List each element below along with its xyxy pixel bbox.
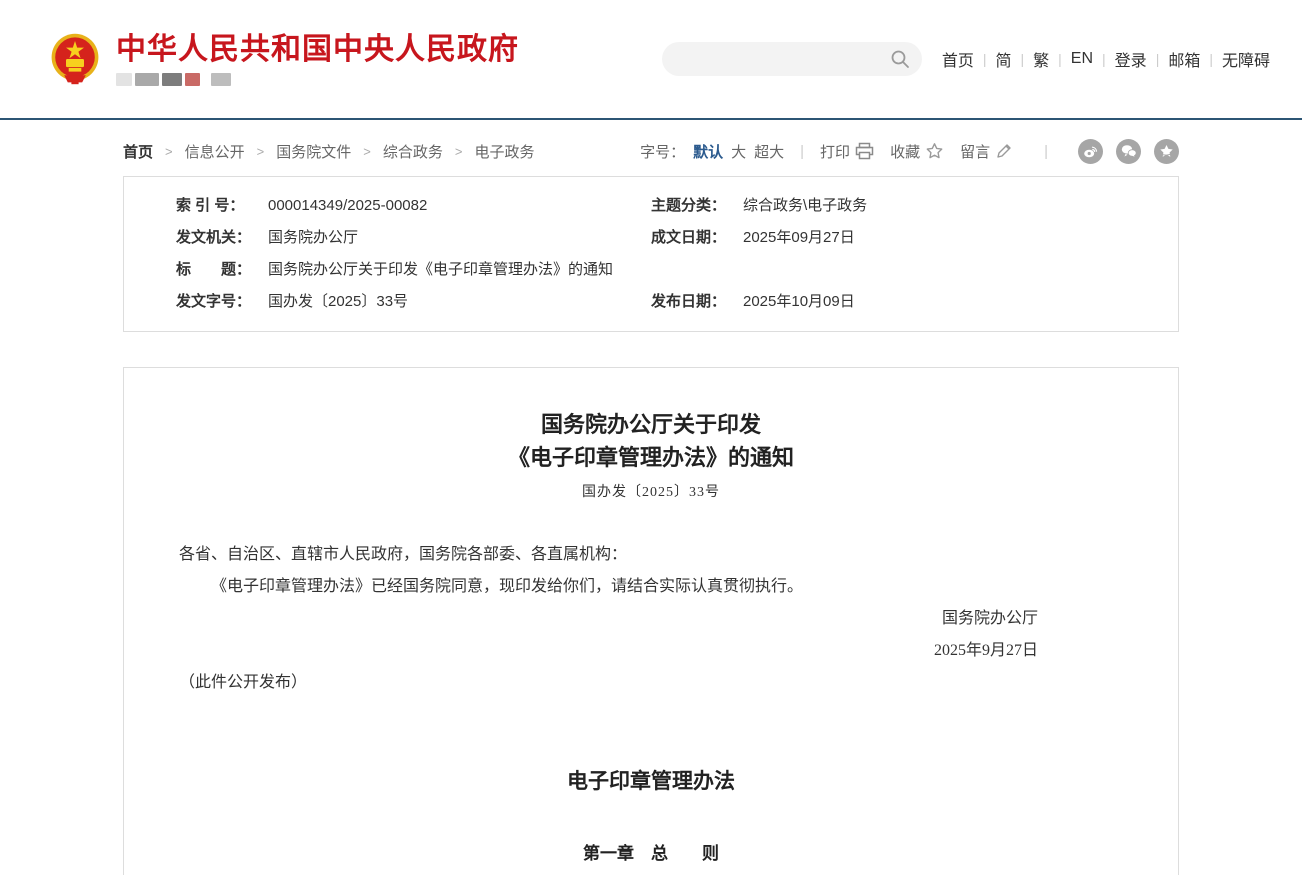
meta-doc-no-label: 发文字号： xyxy=(176,286,268,318)
meta-row-index: 索 引 号： 000014349/2025-00082 xyxy=(124,190,651,222)
search-input[interactable] xyxy=(662,42,922,76)
breadcrumb-separator: > xyxy=(455,144,463,159)
breadcrumb-separator: > xyxy=(363,144,371,159)
meta-index-value: 000014349/2025-00082 xyxy=(268,190,427,222)
meta-written-date-label: 成文日期： xyxy=(651,222,743,254)
breadcrumb-item-egovernment[interactable]: 电子政务 xyxy=(474,141,534,162)
favorite-button[interactable]: 收藏 xyxy=(890,141,944,162)
document-title-line1: 国务院办公厅关于印发 xyxy=(179,408,1123,441)
qzone-star-icon xyxy=(1159,144,1174,159)
nav-separator: | xyxy=(983,51,987,67)
breadcrumb-item-general-affairs[interactable]: 综合政务 xyxy=(383,141,443,162)
nav-separator: | xyxy=(1102,51,1106,67)
site-header: 中华人民共和国中央人民政府 首页 | 简 | 繁 | EN | 登录 | 邮箱 xyxy=(0,0,1302,118)
share-bar xyxy=(1078,139,1179,164)
favorite-label: 收藏 xyxy=(890,141,920,162)
document-title: 国务院办公厅关于印发 《电子印章管理办法》的通知 xyxy=(179,408,1123,474)
nav-separator: | xyxy=(1058,51,1062,67)
meta-doc-no-value: 国办发〔2025〕33号 xyxy=(268,286,408,318)
share-wechat-button[interactable] xyxy=(1116,139,1141,164)
document-meta-box: 索 引 号： 000014349/2025-00082 主题分类： 综合政务\电… xyxy=(123,176,1179,332)
breadcrumb-separator: > xyxy=(257,144,265,159)
meta-publish-date-value: 2025年10月09日 xyxy=(743,286,855,318)
public-release-note: （此件公开发布） xyxy=(179,667,1123,699)
breadcrumb-item-state-council-docs[interactable]: 国务院文件 xyxy=(276,141,351,162)
nav-link-simplified[interactable]: 简 xyxy=(995,47,1011,71)
document-sign-date: 2025年9月27日 xyxy=(179,635,1038,667)
nav-separator: | xyxy=(1156,51,1160,67)
document-title-line2: 《电子印章管理办法》的通知 xyxy=(179,441,1123,474)
national-emblem-icon xyxy=(48,32,102,86)
page-tools: 字号： 默认 大 超大 | 打印 收藏 留言 | xyxy=(640,139,1179,164)
meta-issuer-value: 国务院办公厅 xyxy=(268,222,358,254)
star-icon xyxy=(925,142,944,160)
document-paragraph: 《电子印章管理办法》已经国务院同意，现印发给你们，请结合实际认真贯彻执行。 xyxy=(179,571,1123,603)
meta-title-label: 标 题： xyxy=(176,254,268,286)
breadcrumb-separator: > xyxy=(165,144,173,159)
redacted-subtext xyxy=(116,73,519,86)
meta-title-value: 国务院办公厅关于印发《电子印章管理办法》的通知 xyxy=(268,254,613,286)
search-icon[interactable] xyxy=(890,49,910,69)
nav-link-home[interactable]: 首页 xyxy=(942,47,974,71)
chapter-one-title: 第一章 总 则 xyxy=(179,839,1123,864)
site-title[interactable]: 中华人民共和国中央人民政府 xyxy=(116,33,519,67)
meta-row-empty xyxy=(651,254,1178,286)
document-signer: 国务院办公厅 xyxy=(179,603,1038,635)
document-content-box: 国务院办公厅关于印发 《电子印章管理办法》的通知 国办发〔2025〕33号 各省… xyxy=(123,367,1179,875)
site-brand[interactable]: 中华人民共和国中央人民政府 xyxy=(48,32,519,86)
top-nav: 首页 | 简 | 繁 | EN | 登录 | 邮箱 | 无障碍 xyxy=(942,47,1270,71)
toolbar-separator: | xyxy=(1044,143,1048,160)
pencil-icon xyxy=(995,143,1012,160)
meta-row-doc-no: 发文字号： 国办发〔2025〕33号 xyxy=(124,286,651,318)
meta-row-publish-date: 发布日期： 2025年10月09日 xyxy=(651,286,1178,318)
wechat-icon xyxy=(1121,144,1137,158)
meta-category-value: 综合政务\电子政务 xyxy=(743,190,867,222)
document-salutation: 各省、自治区、直辖市人民政府，国务院各部委、各直属机构： xyxy=(179,539,1123,571)
meta-row-category: 主题分类： 综合政务\电子政务 xyxy=(651,190,1178,222)
breadcrumb: 首页 > 信息公开 > 国务院文件 > 综合政务 > 电子政务 xyxy=(123,141,534,162)
nav-link-traditional[interactable]: 繁 xyxy=(1033,47,1049,71)
nav-link-login[interactable]: 登录 xyxy=(1115,47,1147,71)
meta-row-written-date: 成文日期： 2025年09月27日 xyxy=(651,222,1178,254)
weibo-icon xyxy=(1083,144,1098,159)
breadcrumb-item-info-disclosure[interactable]: 信息公开 xyxy=(185,141,245,162)
breadcrumb-item-home[interactable]: 首页 xyxy=(123,141,153,162)
comment-button[interactable]: 留言 xyxy=(960,141,1012,162)
nav-separator: | xyxy=(1209,51,1213,67)
print-label: 打印 xyxy=(820,141,850,162)
fontsize-label: 字号： xyxy=(640,141,685,162)
fontsize-xlarge-button[interactable]: 超大 xyxy=(754,141,784,162)
meta-issuer-label: 发文机关： xyxy=(176,222,268,254)
meta-written-date-value: 2025年09月27日 xyxy=(743,222,855,254)
fontsize-default-button[interactable]: 默认 xyxy=(693,141,723,162)
search-box[interactable] xyxy=(662,42,922,76)
share-weibo-button[interactable] xyxy=(1078,139,1103,164)
print-icon xyxy=(855,142,874,160)
meta-row-issuer: 发文机关： 国务院办公厅 xyxy=(124,222,651,254)
regulation-title: 电子印章管理办法 xyxy=(179,765,1123,795)
header-divider xyxy=(0,118,1302,120)
toolbar-row: 首页 > 信息公开 > 国务院文件 > 综合政务 > 电子政务 字号： 默认 大… xyxy=(123,138,1179,164)
meta-row-title: 标 题： 国务院办公厅关于印发《电子印章管理办法》的通知 xyxy=(124,254,651,286)
nav-link-english[interactable]: EN xyxy=(1071,50,1093,68)
nav-link-accessibility[interactable]: 无障碍 xyxy=(1222,47,1270,71)
share-qzone-button[interactable] xyxy=(1154,139,1179,164)
meta-category-label: 主题分类： xyxy=(651,190,743,222)
nav-link-mail[interactable]: 邮箱 xyxy=(1168,47,1200,71)
comment-label: 留言 xyxy=(960,141,990,162)
document-number: 国办发〔2025〕33号 xyxy=(179,481,1123,501)
fontsize-large-button[interactable]: 大 xyxy=(731,141,746,162)
nav-separator: | xyxy=(1021,51,1025,67)
print-button[interactable]: 打印 xyxy=(820,141,874,162)
meta-index-label: 索 引 号： xyxy=(176,190,268,222)
signature-block: 国务院办公厅 2025年9月27日 xyxy=(179,603,1123,667)
meta-publish-date-label: 发布日期： xyxy=(651,286,743,318)
toolbar-separator: | xyxy=(800,143,804,160)
